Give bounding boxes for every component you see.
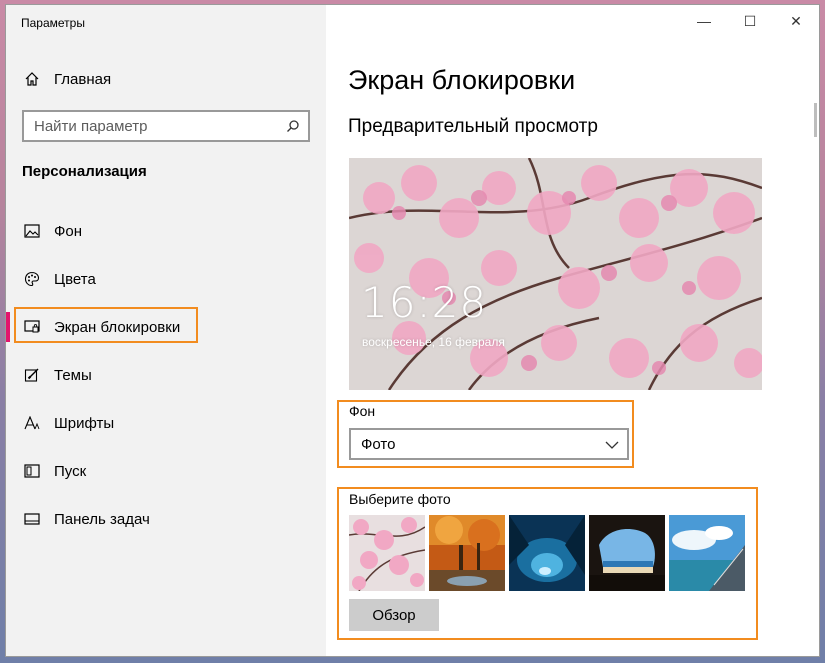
search-icon[interactable] [278, 119, 308, 133]
dropdown-value: Фото [361, 435, 396, 453]
thumbnail-autumn-forest[interactable] [429, 515, 505, 591]
photo-thumbnails [349, 515, 745, 591]
maximize-button[interactable]: ☐ [727, 5, 773, 37]
thumbnail-rock-arch[interactable] [589, 515, 665, 591]
sidebar-item-taskbar[interactable]: Панель задач [6, 501, 326, 537]
sidebar-item-label: Темы [54, 366, 92, 384]
sidebar-item-label: Пуск [54, 462, 87, 480]
palette-icon [23, 270, 41, 288]
settings-window: Параметры Главная Персонализация Фон Цв [5, 4, 820, 657]
choose-photo-label: Выберите фото [349, 491, 451, 507]
home-icon [23, 70, 41, 88]
minimize-button[interactable]: — [681, 5, 727, 37]
start-icon [23, 462, 41, 480]
taskbar-icon [23, 510, 41, 528]
sidebar-item-lockscreen[interactable]: Экран блокировки [6, 309, 326, 345]
sidebar-item-themes[interactable]: Темы [6, 357, 326, 393]
sidebar-item-label: Фон [54, 222, 83, 240]
font-icon [23, 414, 41, 432]
sidebar-item-colors[interactable]: Цвета [6, 261, 326, 297]
search-input[interactable] [24, 112, 278, 140]
thumbnail-ice-cave[interactable] [509, 515, 585, 591]
sidebar-item-fonts[interactable]: Шрифты [6, 405, 326, 441]
brush-icon [23, 366, 41, 384]
sidebar-item-start[interactable]: Пуск [6, 453, 326, 489]
sidebar-item-home[interactable]: Главная [6, 61, 326, 97]
browse-button[interactable]: Обзор [349, 599, 439, 631]
main-content: — ☐ ✕ Экран блокировки Предварительный п… [326, 5, 819, 656]
section-heading: Персонализация [22, 163, 147, 180]
image-icon [23, 222, 41, 240]
sidebar-item-label: Шрифты [54, 414, 115, 432]
sidebar-item-background[interactable]: Фон [6, 213, 326, 249]
background-dropdown[interactable]: Фото [349, 428, 629, 460]
lockscreen-preview: 16:28 воскресенье, 16 февраля [349, 158, 762, 390]
thumbnail-cherry-blossom[interactable] [349, 515, 425, 591]
preview-date: воскресенье, 16 февраля [362, 335, 505, 349]
lock-screen-icon [23, 318, 41, 336]
sidebar-item-label: Цвета [54, 270, 96, 288]
search-box[interactable] [22, 110, 310, 142]
sidebar-item-label: Панель задач [54, 510, 150, 528]
thumbnail-beach-sky[interactable] [669, 515, 745, 591]
window-controls: — ☐ ✕ [681, 5, 819, 37]
sidebar-item-label: Экран блокировки [54, 318, 181, 336]
background-label: Фон [349, 403, 376, 419]
close-button[interactable]: ✕ [773, 5, 819, 37]
chevron-down-icon [605, 436, 619, 453]
page-title: Экран блокировки [348, 65, 576, 95]
preview-clock: 16:28 [361, 278, 488, 327]
sidebar: Параметры Главная Персонализация Фон Цв [6, 5, 326, 656]
window-title: Параметры [21, 16, 85, 30]
scrollbar[interactable] [814, 103, 817, 137]
preview-heading: Предварительный просмотр [348, 116, 598, 137]
cherry-blossom-image [349, 158, 762, 390]
sidebar-item-label: Главная [54, 70, 112, 88]
